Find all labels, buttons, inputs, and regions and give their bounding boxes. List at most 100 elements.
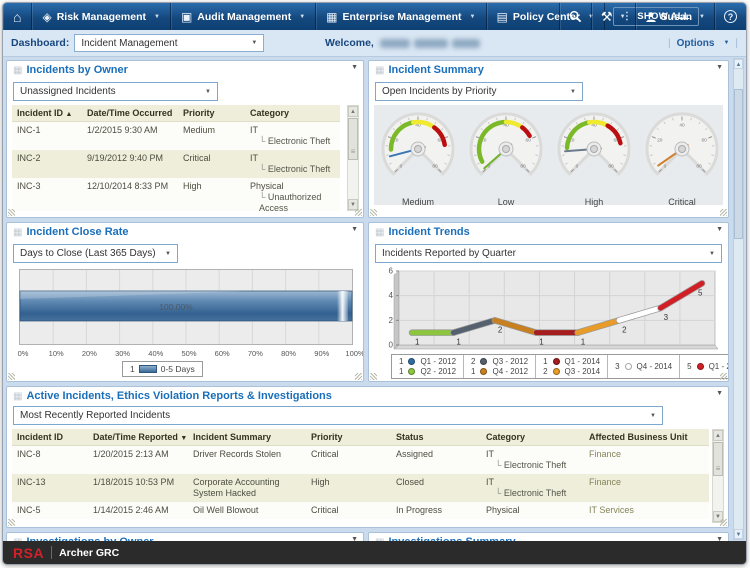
dashboard-bar: Dashboard: Incident Management ▼ Welcome… xyxy=(3,30,746,57)
column-header[interactable]: Incident ID ▲ xyxy=(12,105,82,122)
legend-dot xyxy=(480,358,487,365)
table-row[interactable]: INC-51/14/2015 2:46 AMOil Well BlowoutCr… xyxy=(12,502,709,519)
panel-menu-icon[interactable]: ▼ xyxy=(716,64,723,71)
column-header[interactable]: Incident ID xyxy=(12,429,88,446)
close-rate-legend: 10-5 Days xyxy=(122,361,203,377)
chevron-down-icon: ▼ xyxy=(570,89,576,95)
resize-grip[interactable] xyxy=(370,209,377,216)
close-rate-filter-select[interactable]: Days to Close (Last 365 Days) ▼ xyxy=(13,244,178,263)
svg-text:80: 80 xyxy=(520,164,526,170)
panel-title: ▦ Incident Trends xyxy=(375,226,470,238)
resize-grip[interactable] xyxy=(355,373,362,380)
table-row[interactable]: INC-81/20/2015 2:13 AMDriver Records Sto… xyxy=(12,446,709,475)
chevron-down-icon: ▼ xyxy=(709,251,715,257)
column-header[interactable]: Status xyxy=(391,429,481,446)
subcategory: └ Electronic Theft xyxy=(250,136,335,147)
trends-filter-select[interactable]: Incidents Reported by Quarter ▼ xyxy=(375,244,722,263)
dashboard-content: ▦ Incidents by Owner ▼ Unassigned Incide… xyxy=(3,57,746,541)
incidents-by-owner-filter-select[interactable]: Unassigned Incidents ▼ xyxy=(13,82,218,101)
drag-handle-icon[interactable]: ▦ xyxy=(13,65,22,76)
chevron-down-icon: ▼ xyxy=(165,251,171,257)
dashboard-select[interactable]: Incident Management ▼ xyxy=(74,34,264,52)
column-header[interactable]: Category xyxy=(481,429,584,446)
column-header[interactable]: Incident Summary xyxy=(188,429,306,446)
home-button[interactable]: ⌂ xyxy=(3,3,32,30)
scroll-thumb[interactable] xyxy=(713,442,723,476)
svg-text:1: 1 xyxy=(456,338,461,347)
scroll-up-arrow[interactable]: ▲ xyxy=(713,430,723,441)
risk-diamond-icon: ◈ xyxy=(42,10,51,24)
active-incidents-table: Incident IDDate/Time Reported ▼Incident … xyxy=(12,429,709,523)
panel-incident-summary: ▦ Incident Summary ▼ Open Incidents by P… xyxy=(368,60,729,218)
x-tick-label: 20% xyxy=(77,349,101,358)
svg-text:1: 1 xyxy=(581,338,586,347)
chevron-down-icon: ▼ xyxy=(699,14,705,20)
nav-item-risk-management[interactable]: ◈ Risk Management ▼ xyxy=(32,3,170,30)
resize-grip[interactable] xyxy=(720,209,727,216)
gauge-label: Critical xyxy=(638,197,726,207)
table-row[interactable]: INC-312/10/2014 8:33 PMHighPhysical└ Una… xyxy=(12,178,340,211)
help-icon: ? xyxy=(724,10,737,23)
sort-asc-icon: ▲ xyxy=(66,111,73,118)
resize-grip[interactable] xyxy=(720,373,727,380)
scroll-thumb[interactable] xyxy=(734,89,743,239)
panel-menu-icon[interactable]: ▼ xyxy=(351,226,358,233)
active-incidents-filter-select[interactable]: Most Recently Reported Incidents ▼ xyxy=(13,406,663,425)
scroll-down-arrow[interactable]: ▼ xyxy=(734,529,743,539)
column-header[interactable]: Date/Time Reported ▼ xyxy=(88,429,188,446)
column-header[interactable]: Priority xyxy=(178,105,245,122)
x-tick-label: 100% xyxy=(343,349,364,358)
resize-grip[interactable] xyxy=(8,209,15,216)
help-button[interactable]: ? xyxy=(714,3,746,30)
scroll-up-arrow[interactable]: ▲ xyxy=(348,106,358,117)
panel-menu-icon[interactable]: ▼ xyxy=(716,390,723,397)
panel-title: ▦ Incidents by Owner xyxy=(13,64,128,76)
gauge-high: 020406080 High xyxy=(550,109,638,207)
table-row[interactable]: INC-29/19/2012 9:40 PMCriticalIT└ Electr… xyxy=(12,150,340,178)
search-button[interactable] xyxy=(559,3,591,30)
drag-handle-icon[interactable]: ▦ xyxy=(375,65,384,76)
incident-summary-filter-select[interactable]: Open Incidents by Priority ▼ xyxy=(375,82,583,101)
column-header[interactable]: Priority xyxy=(306,429,391,446)
drag-handle-icon[interactable]: ▦ xyxy=(375,227,384,238)
panel-menu-icon[interactable]: ▼ xyxy=(351,64,358,71)
nav-item-enterprise-management[interactable]: ▦ Enterprise Management ▼ xyxy=(316,3,486,30)
gauge-label: High xyxy=(550,197,638,207)
svg-text:0: 0 xyxy=(664,164,667,170)
column-header[interactable]: Date/Time Occurred xyxy=(82,105,178,122)
x-tick-label: 70% xyxy=(243,349,267,358)
user-menu-button[interactable]: Susan ▼ xyxy=(635,3,714,30)
options-menu[interactable]: | Options ▼ | xyxy=(668,38,738,49)
resize-grip[interactable] xyxy=(720,519,727,526)
options-label: Options xyxy=(677,38,715,49)
dashboard-select-value: Incident Management xyxy=(81,38,177,49)
resize-grip[interactable] xyxy=(8,519,15,526)
drag-handle-icon[interactable]: ▦ xyxy=(13,391,22,402)
legend-entry: 2 Q3 - 2012 xyxy=(471,357,528,366)
admin-tools-button[interactable]: ⚒ ▼ xyxy=(591,3,635,30)
table-row[interactable]: INC-11/2/2015 9:30 AMMediumIT└ Electroni… xyxy=(12,122,340,151)
footer-bar: RSA Archer GRC xyxy=(3,541,746,564)
search-icon xyxy=(569,10,582,23)
panel-title: ▦ Incident Summary xyxy=(375,64,484,76)
user-name-label: Susan xyxy=(661,11,693,23)
legend-entry: 5 Q1 - 2015 xyxy=(687,362,729,371)
resize-grip[interactable] xyxy=(370,373,377,380)
panel-menu-icon[interactable]: ▼ xyxy=(716,226,723,233)
subcategory: └ Electronic Theft xyxy=(250,164,335,175)
panel-incident-close-rate: ▦ Incident Close Rate ▼ Days to Close (L… xyxy=(6,222,364,382)
panel-incidents-by-owner: ▦ Incidents by Owner ▼ Unassigned Incide… xyxy=(6,60,364,218)
nav-item-audit-management[interactable]: ▣ Audit Management ▼ xyxy=(171,3,316,30)
column-header[interactable]: Affected Business Unit xyxy=(584,429,709,446)
resize-grip[interactable] xyxy=(355,209,362,216)
scroll-up-arrow[interactable]: ▲ xyxy=(734,59,743,69)
svg-text:2: 2 xyxy=(389,316,394,325)
scroll-thumb[interactable] xyxy=(348,118,358,160)
legend-swatch xyxy=(139,365,157,373)
gauge-chart-area: 020406080 Medium020406080 Low020406080 H… xyxy=(374,105,723,205)
subcategory: └ Electronic Theft xyxy=(486,488,579,499)
drag-handle-icon[interactable]: ▦ xyxy=(13,227,22,238)
resize-grip[interactable] xyxy=(8,373,15,380)
column-header[interactable]: Category xyxy=(245,105,340,122)
table-row[interactable]: INC-131/18/2015 10:53 PMCorporate Accoun… xyxy=(12,474,709,502)
